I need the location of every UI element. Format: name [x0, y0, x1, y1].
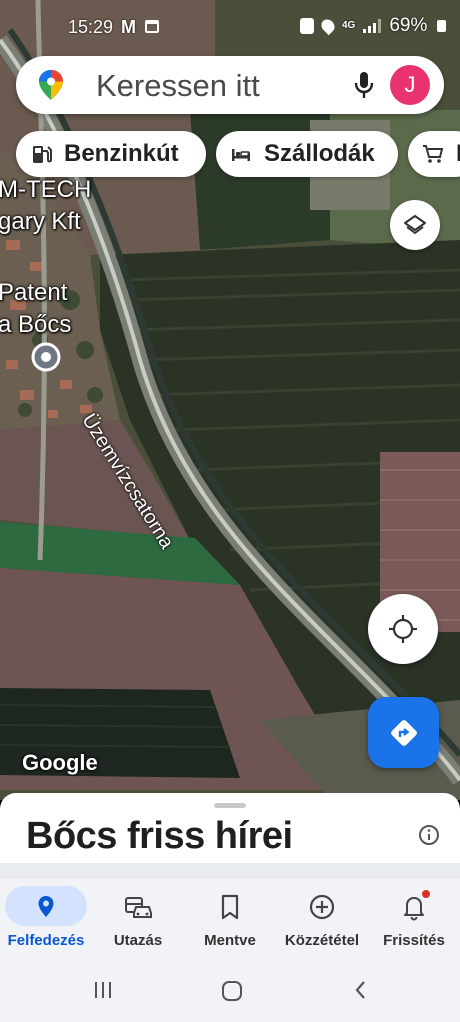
map-layers-button[interactable] [390, 200, 440, 250]
directions-icon [390, 719, 417, 746]
nav-label: Frissítés [383, 932, 445, 949]
chip-hotels[interactable]: Szállodák [216, 131, 398, 177]
nav-item-explore[interactable]: Felfedezés [0, 878, 92, 960]
drag-handle[interactable] [214, 803, 246, 808]
status-time: 15:29 [68, 17, 114, 37]
bookmark-icon [221, 894, 239, 920]
map-label-mtech[interactable]: M-TECH [0, 178, 91, 202]
notification-dot [422, 890, 430, 898]
satellite-map[interactable]: M-TECH gary Kft Patent a Bőcs Üzemvízcsa… [0, 0, 460, 800]
account-avatar[interactable]: J [390, 65, 430, 105]
location-pin-icon [38, 896, 54, 917]
bottom-navigation: Felfedezés Utazás Mentve Közzététel Fris… [0, 877, 460, 959]
map-label-bocs[interactable]: a Bőcs [0, 313, 71, 337]
chip-label: É [456, 140, 460, 168]
sheet-title: Bőcs friss hírei [26, 815, 293, 857]
layers-icon [404, 215, 426, 234]
location-status-icon [318, 16, 338, 36]
network-type-label: 4G [342, 20, 356, 31]
calendar-notification-icon [145, 20, 159, 33]
back-icon[interactable] [350, 979, 372, 1001]
home-icon[interactable] [220, 979, 244, 1003]
gas-station-icon [33, 146, 52, 163]
crosshair-location-icon [389, 615, 417, 643]
signal-strength-icon [363, 19, 382, 33]
chip-shopping[interactable]: É [408, 131, 460, 177]
map-label-patent[interactable]: Patent [0, 281, 67, 305]
microphone-icon[interactable] [350, 70, 378, 100]
info-icon[interactable] [418, 824, 440, 846]
status-bar: 15:29 M 4G 69% [0, 0, 460, 56]
search-input[interactable]: Keressen itt [96, 68, 260, 104]
commute-icon [125, 897, 152, 918]
nav-item-contribute[interactable]: Közzététel [276, 878, 368, 960]
gmail-notification-icon: M [121, 17, 136, 37]
shopping-cart-icon [423, 145, 444, 163]
nav-item-saved[interactable]: Mentve [184, 878, 276, 960]
hotel-icon [232, 149, 250, 161]
battery-percentage: 69% [389, 15, 428, 36]
directions-button[interactable] [368, 697, 439, 768]
google-maps-logo-icon [39, 70, 63, 100]
chip-gas-station[interactable]: Benzinkút [16, 131, 206, 177]
google-logo: Google [22, 750, 98, 775]
recent-apps-icon[interactable] [92, 979, 114, 1001]
map-label-hungary-kft[interactable]: gary Kft [0, 210, 81, 234]
battery-saver-icon [300, 18, 314, 34]
add-circle-icon [309, 894, 335, 920]
chip-label: Benzinkút [64, 140, 179, 167]
nav-item-updates[interactable]: Frissítés [368, 878, 460, 960]
status-icons: 4G 69% [300, 15, 447, 37]
chip-label: Szállodák [264, 140, 375, 167]
sheet-divider [0, 863, 460, 877]
satellite-imagery [0, 0, 460, 800]
battery-icon [437, 20, 447, 32]
my-location-button[interactable] [368, 594, 438, 664]
nav-item-commute[interactable]: Utazás [92, 878, 184, 960]
search-bar[interactable]: Keressen itt J [16, 56, 444, 114]
system-navigation-bar [0, 959, 460, 1022]
